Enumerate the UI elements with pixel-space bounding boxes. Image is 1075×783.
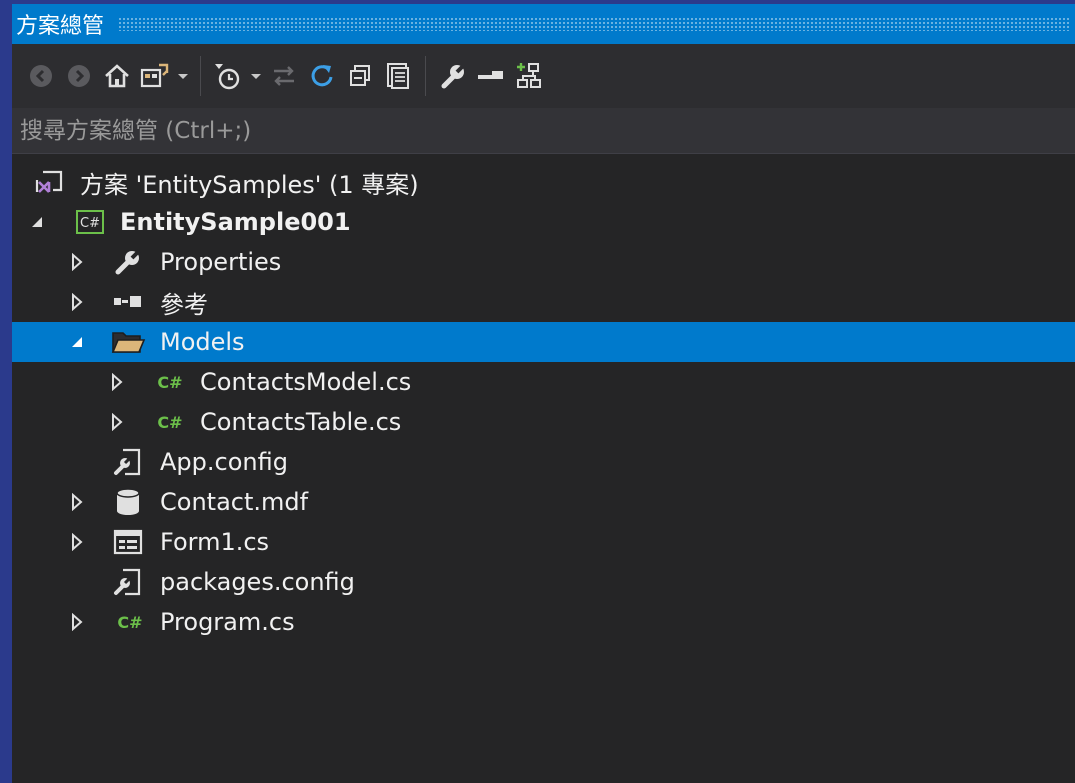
switch-views-button[interactable] [136, 56, 174, 96]
wrench-icon [441, 63, 466, 89]
collapsed-arrow-icon[interactable] [68, 491, 86, 513]
tree-item-label: Contact.mdf [160, 488, 309, 516]
tree-item-label: EntitySample001 [120, 208, 351, 236]
tree-item-label: Program.cs [160, 608, 295, 636]
tree-item-models[interactable]: Models [12, 322, 1075, 362]
svg-text:C#: C# [117, 613, 142, 632]
switch-views-dropdown[interactable] [174, 56, 192, 96]
class-diagram-icon [517, 63, 541, 88]
forward-button[interactable] [60, 56, 98, 96]
tree-item-form1[interactable]: Form1.cs [12, 522, 1075, 562]
tree-item-label: 方案 'EntitySamples' (1 專案) [80, 170, 419, 199]
tree-item-label: Properties [160, 248, 282, 276]
preview-selected-items-button[interactable] [472, 56, 510, 96]
svg-text:C#: C# [157, 373, 182, 392]
view-class-diagram-button[interactable] [510, 56, 548, 96]
tree-item-label: ContactsModel.cs [200, 368, 412, 396]
search-bar [12, 108, 1075, 154]
properties-button[interactable] [434, 56, 472, 96]
tree-item-label: Models [160, 328, 245, 356]
minus-bar-icon [478, 71, 503, 79]
search-input[interactable] [18, 116, 1062, 145]
show-all-files-button[interactable] [379, 56, 417, 96]
form-icon [110, 524, 146, 560]
home-icon [105, 64, 129, 88]
csharp-file-icon: C# [152, 404, 188, 440]
window-title: 方案總管 [16, 14, 105, 39]
tree-item-label: 參考 [160, 290, 208, 319]
collapse-all-button[interactable] [341, 56, 379, 96]
toolbar-separator [425, 56, 426, 96]
tree-item-contacts-table[interactable]: C# ContactsTable.cs [12, 402, 1075, 442]
tree-item-solution[interactable]: 方案 'EntitySamples' (1 專案) [12, 162, 1075, 202]
tree-item-contacts-model[interactable]: C# ContactsModel.cs [12, 362, 1075, 402]
title-bar[interactable]: 方案總管 [12, 4, 1075, 44]
svg-text:C#: C# [157, 413, 182, 432]
csharp-file-icon: C# [152, 364, 188, 400]
forward-icon [68, 65, 90, 87]
expanded-arrow-icon[interactable] [68, 331, 86, 353]
toolbar [12, 44, 1075, 108]
references-icon [110, 284, 146, 320]
collapse-all-icon [350, 65, 370, 86]
clock-filter-icon [215, 64, 240, 90]
solution-explorer-window: 方案總管 搜尋方案總管 (Ctrl+;) 方案 'EntitySamples' … [12, 4, 1075, 783]
config-file-icon [110, 444, 146, 480]
tree-item-program[interactable]: C# Program.cs [12, 602, 1075, 642]
tree-item-label: App.config [160, 448, 288, 476]
tree-item-label: Form1.cs [160, 528, 270, 556]
collapsed-arrow-icon[interactable] [68, 531, 86, 553]
toolbar-separator [200, 56, 201, 96]
sync-with-active-document-button[interactable] [265, 56, 303, 96]
collapsed-arrow-icon[interactable] [108, 371, 126, 393]
expanded-arrow-icon[interactable] [28, 211, 46, 233]
tree-item-app-config[interactable]: App.config [12, 442, 1075, 482]
csharp-file-icon: C# [112, 604, 148, 640]
tree-item-label: packages.config [160, 568, 355, 596]
filter-dropdown[interactable] [247, 56, 265, 96]
home-button[interactable] [98, 56, 136, 96]
svg-text:C#: C# [80, 216, 100, 231]
collapsed-arrow-icon[interactable] [68, 251, 86, 273]
refresh-button[interactable] [303, 56, 341, 96]
open-folder-icon [110, 324, 146, 360]
switch-views-icon [140, 63, 169, 88]
tree-item-properties[interactable]: Properties [12, 242, 1075, 282]
collapsed-arrow-icon[interactable] [68, 291, 86, 313]
csharp-project-icon: C# [72, 204, 108, 240]
database-icon [110, 484, 146, 520]
tree-item-label: ContactsTable.cs [200, 408, 402, 436]
collapsed-arrow-icon[interactable] [108, 411, 126, 433]
tree-item-packages-config[interactable]: packages.config [12, 562, 1075, 602]
wrench-icon [110, 244, 146, 280]
solution-icon [30, 164, 66, 200]
tree-item-contact-mdf[interactable]: Contact.mdf [12, 482, 1075, 522]
show-all-files-icon [387, 63, 409, 89]
dropdown-arrow-icon [178, 74, 188, 79]
dropdown-arrow-icon [251, 74, 261, 79]
back-button[interactable] [22, 56, 60, 96]
refresh-icon [311, 65, 333, 87]
sync-arrows-icon [274, 66, 294, 86]
config-file-icon [110, 564, 146, 600]
solution-tree: 方案 'EntitySamples' (1 專案) C# EntitySampl… [12, 162, 1075, 642]
back-icon [30, 65, 52, 87]
tree-item-project[interactable]: C# EntitySample001 [12, 202, 1075, 242]
pending-changes-filter-button[interactable] [209, 56, 247, 96]
drag-grip[interactable] [118, 17, 1069, 31]
tree-item-references[interactable]: 參考 [12, 282, 1075, 322]
collapsed-arrow-icon[interactable] [68, 611, 86, 633]
